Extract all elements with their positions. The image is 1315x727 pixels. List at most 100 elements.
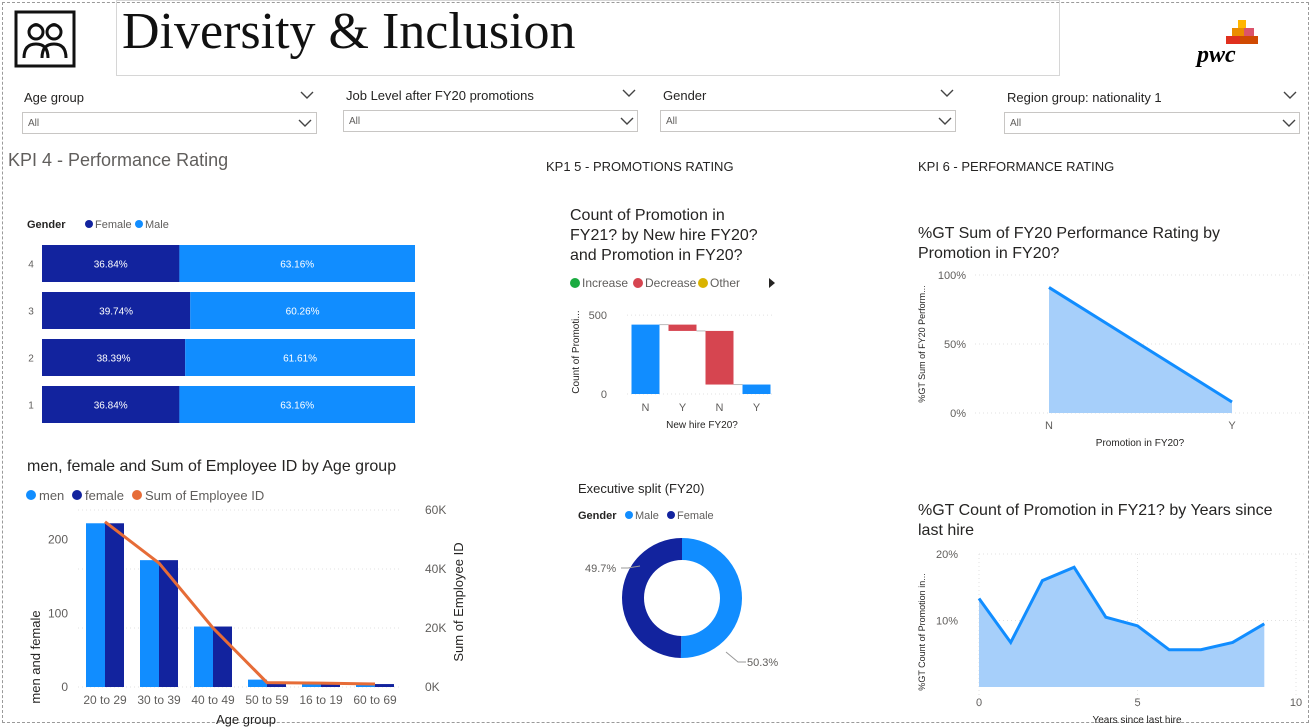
filter-gender-label: Gender xyxy=(663,88,707,103)
stacked-bars: 4 36.84% 63.16% 3 39.74% 60.26% 2 38.39% 61.61% 1… xyxy=(28,245,415,423)
data-label: 60.26% xyxy=(286,307,320,318)
chevron-down-icon[interactable] xyxy=(940,88,954,98)
combo-chart-title: men, female and Sum of Employee ID by Ag… xyxy=(27,458,397,475)
waterfall-marks: 0 500 N Y N Y xyxy=(589,310,775,414)
area-chart-1-title: %GT Sum of FY20 Performance Rating by Pr… xyxy=(918,224,1220,264)
legend-sum-swatch xyxy=(132,490,142,500)
title-line: Promotion in FY20? xyxy=(918,245,1060,262)
y-tick-label: 20% xyxy=(936,549,958,561)
filter-age-group-dropdown[interactable]: All xyxy=(22,112,317,134)
section-kpi6-title: KPI 6 - PERFORMANCE RATING xyxy=(918,159,1115,174)
data-label: 63.16% xyxy=(280,401,314,412)
legend-female-label: Female xyxy=(677,510,714,522)
x-tick-label: 20 to 29 xyxy=(83,693,127,707)
y-tick-label: 500 xyxy=(589,310,607,322)
data-label: 61.61% xyxy=(283,354,317,365)
executive-split-donut-chart: Gender Male Female 50.3% 49.7% xyxy=(578,510,778,669)
x-tick-label: N xyxy=(716,402,724,414)
filter-gender-dropdown[interactable]: All xyxy=(660,110,956,132)
chevron-down-icon[interactable] xyxy=(298,118,312,128)
legend-decrease-label: Decrease xyxy=(645,276,697,290)
waterfall-bar xyxy=(668,324,697,331)
chevron-down-icon[interactable] xyxy=(938,116,952,126)
y-tick-label: 0 xyxy=(601,389,607,401)
years-since-hire-area-chart: %GT Count of Promotion in... Years since… xyxy=(917,549,1305,726)
data-label: 63.16% xyxy=(280,260,314,271)
data-label: 36.84% xyxy=(94,401,128,412)
title-line: %GT Count of Promotion in FY21? by Years… xyxy=(918,502,1273,519)
legend-sum-label: Sum of Employee ID xyxy=(145,488,264,503)
x-tick-label: 30 to 39 xyxy=(137,693,181,707)
category-label: 3 xyxy=(28,307,34,318)
y2-tick-label: 0K xyxy=(425,680,440,694)
x-tick-label: Y xyxy=(753,402,761,414)
y2-axis-label: Sum of Employee ID xyxy=(451,542,466,661)
x-tick-label: 40 to 49 xyxy=(191,693,235,707)
filter-region-dropdown[interactable]: All xyxy=(1004,112,1300,134)
y-axis-label: %GT Sum of FY20 Perform... xyxy=(917,285,927,402)
x-tick-label: 0 xyxy=(976,697,982,709)
legend-men-swatch xyxy=(26,490,36,500)
y-tick-label: 0 xyxy=(61,680,68,694)
legend-men-label: men xyxy=(39,488,64,503)
performance-rating-stacked-bar-chart: Gender Female Male 4 36.84% 63.16% 3 39.74% 6… xyxy=(27,219,415,423)
donut-chart-title: Executive split (FY20) xyxy=(578,481,705,496)
legend-other-label: Other xyxy=(710,276,740,290)
donut-slice xyxy=(622,538,682,658)
legend-increase-swatch xyxy=(570,278,580,288)
category-label: 1 xyxy=(28,401,34,412)
y-axis-label: %GT Count of Promotion in... xyxy=(917,573,927,690)
area-chart-2-title: %GT Count of Promotion in FY21? by Years… xyxy=(918,501,1273,541)
y2-tick-label: 20K xyxy=(425,621,446,635)
y-tick-label: 100 xyxy=(48,606,68,620)
age-group-combo-chart: men female Sum of Employee ID men and fe… xyxy=(26,488,466,727)
title-line: Count of Promotion in xyxy=(570,207,725,224)
leader-line xyxy=(725,651,746,663)
x-tick-label: 10 xyxy=(1290,697,1302,709)
promotion-waterfall-chart: Increase Decrease Other Count of Promoti… xyxy=(570,276,775,431)
title-line: last hire xyxy=(918,522,975,539)
chevron-down-icon[interactable] xyxy=(1283,90,1297,100)
category-label: 2 xyxy=(28,354,34,365)
x-axis-label: Age group xyxy=(216,712,276,727)
x-tick-label: Y xyxy=(679,402,687,414)
area2-marks: 10% 20% 0 5 10 xyxy=(936,549,1305,710)
legend-female-label: Female xyxy=(95,219,132,231)
data-label: 38.39% xyxy=(97,354,131,365)
y2-tick-label: 40K xyxy=(425,562,446,576)
filter-job-level-dropdown[interactable]: All xyxy=(343,110,638,132)
donut-marks: 50.3% 49.7% xyxy=(585,538,778,669)
filter-value: All xyxy=(666,116,678,127)
legend-other-swatch xyxy=(698,278,708,288)
x-tick-label: 5 xyxy=(1134,697,1140,709)
chevron-down-icon[interactable] xyxy=(300,90,314,100)
x-tick-label: N xyxy=(642,402,650,414)
chevron-down-icon[interactable] xyxy=(622,88,636,98)
waterfall-bar xyxy=(631,324,660,394)
legend-male-label: Male xyxy=(635,510,659,522)
waterfall-chart-title: Count of Promotion in FY21? by New hire … xyxy=(570,206,758,266)
y-tick-label: 200 xyxy=(48,533,68,547)
legend-male-swatch xyxy=(135,220,143,228)
x-tick-label: 50 to 59 xyxy=(245,693,289,707)
filter-region-label: Region group: nationality 1 xyxy=(1007,90,1162,105)
area-fill xyxy=(979,567,1265,687)
female-bar xyxy=(105,523,124,687)
data-label: 36.84% xyxy=(94,260,128,271)
legend-next-arrow-icon[interactable] xyxy=(769,278,775,288)
y2-tick-label: 60K xyxy=(425,503,446,517)
legend-increase-label: Increase xyxy=(582,276,628,290)
chevron-down-icon[interactable] xyxy=(1282,118,1296,128)
legend-female-swatch xyxy=(72,490,82,500)
female-bar xyxy=(375,684,394,687)
legend-female-swatch xyxy=(667,511,675,519)
chevron-down-icon[interactable] xyxy=(620,116,634,126)
donut-slice xyxy=(680,538,743,658)
y-axis-label: Count of Promoti... xyxy=(571,310,582,393)
men-bar xyxy=(140,560,159,687)
x-tick-label: Y xyxy=(1228,420,1236,432)
filter-age-group-label: Age group xyxy=(24,90,84,105)
data-label: 50.3% xyxy=(747,657,778,669)
area1-marks: 0% 50% 100% N Y xyxy=(938,270,1305,432)
y-axis-label: men and female xyxy=(28,610,43,703)
